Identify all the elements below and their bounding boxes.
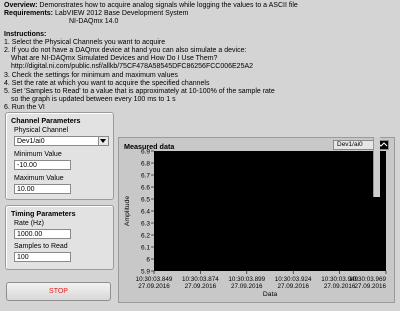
physical-channel-value: Dev1/ai0: [17, 138, 45, 145]
instruction-step: 5. Set 'Samples to Read' to a value that…: [4, 88, 275, 96]
samples-to-read-label: Samples to Read: [14, 243, 68, 250]
y-tick-label: 6.6: [141, 184, 150, 191]
requirements-label: Requirements:: [4, 10, 54, 18]
requirements-text: LabVIEW 2012 Base Development System: [54, 10, 189, 18]
x-tick-date-label: 27.09.2016: [277, 283, 309, 290]
x-tick-date-label: 27.09.2016: [231, 283, 263, 290]
timing-parameters-title: Timing Parameters: [11, 209, 76, 218]
minimum-value-label: Minimum Value: [14, 151, 62, 158]
instruction-step: 1. Select the Physical Channels you want…: [4, 38, 166, 46]
y-tick-label: 6.4: [141, 208, 150, 215]
y-tick-label: 6.3: [141, 220, 150, 227]
instructions-label: Instructions:: [4, 30, 47, 38]
instruction-step: 2. If you do not have a DAQmx device at …: [4, 47, 247, 55]
instruction-link[interactable]: http://digital.ni.com/public.nsf/allkb/7…: [4, 63, 396, 71]
physical-channel-label: Physical Channel: [14, 127, 69, 134]
y-tick-label: 6: [146, 256, 150, 263]
chart-scrollbar[interactable]: [373, 137, 380, 197]
y-tick-label: 6.2: [141, 232, 150, 239]
stop-button[interactable]: STOP: [6, 282, 111, 301]
rate-input[interactable]: 1000.00: [14, 229, 71, 239]
waveform-chart: Measured data Dev1/ai0 6.9 6.8 6.7 6.6 6.5 6.…: [118, 137, 395, 303]
x-axis-label: Data: [263, 291, 278, 298]
instruction-step: 4. Set the rate at which you want to acq…: [4, 79, 210, 87]
overview-text: Demonstrates how to acquire analog signa…: [39, 2, 298, 9]
minimum-value-input[interactable]: -10.00: [14, 160, 71, 170]
x-tick-label: 10:30:03.924: [275, 276, 312, 283]
y-tick-label: 6.5: [141, 196, 150, 203]
channel-parameters-panel: Channel Parameters Physical Channel Dev1…: [5, 112, 114, 200]
y-tick-label: 5.9: [141, 268, 150, 275]
y-tick-label: 6.9: [141, 148, 150, 155]
x-tick-label: 10:30:03.849: [136, 276, 173, 283]
overview-label: Overview:: [4, 2, 38, 9]
x-tick-date-label: 27.09.2016: [354, 283, 386, 290]
x-tick-label: 10:30:03.874: [182, 276, 219, 283]
vi-description: Overview: Demonstrates how to acquire an…: [4, 2, 396, 113]
y-tick-label: 6.1: [141, 244, 150, 251]
y-tick-label: 6.7: [141, 172, 150, 179]
requirements-text-2: NI-DAQmx 14.0: [69, 18, 119, 26]
x-tick-date-label: 27.09.2016: [185, 283, 217, 290]
y-axis-label: Amplitude: [124, 196, 131, 226]
x-tick-label: 10:30:03.899: [228, 276, 265, 283]
instruction-step: What are NI-DAQmx Simulated Devices and …: [11, 55, 218, 63]
plot-area: [154, 151, 386, 271]
instruction-step: so the graph is updated between every 10…: [11, 96, 176, 104]
physical-channel-combo[interactable]: Dev1/ai0: [14, 136, 109, 146]
x-tick-label: 10:30:03.969: [349, 276, 386, 283]
rate-label: Rate (Hz): [14, 220, 44, 227]
y-tick-label: 6.8: [141, 160, 150, 167]
channel-parameters-title: Channel Parameters: [11, 116, 81, 125]
maximum-value-label: Maximum Value: [14, 175, 64, 182]
timing-parameters-panel: Timing Parameters Rate (Hz) 1000.00 Samp…: [5, 205, 114, 270]
maximum-value-input[interactable]: 10.00: [14, 184, 71, 194]
instruction-step: 3. Check the settings for minimum and ma…: [4, 71, 178, 79]
samples-to-read-input[interactable]: 100: [14, 252, 71, 262]
x-tick-date-label: 27.09.2016: [138, 283, 170, 290]
chevron-down-icon[interactable]: [98, 137, 108, 145]
plot-area-svg: 6.96.86.76.66.56.46.36.26.165.910:30:03.…: [124, 148, 386, 298]
x-tick-date-label: 27.09.2016: [324, 283, 356, 290]
